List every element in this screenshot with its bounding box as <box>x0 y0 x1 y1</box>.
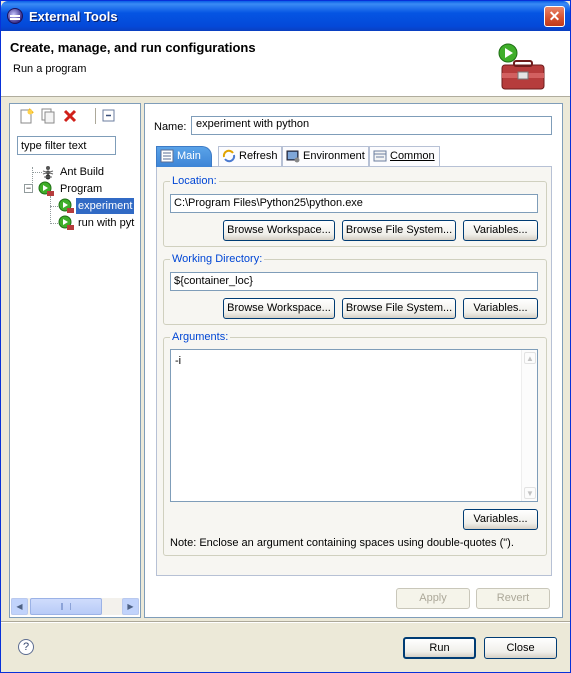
environment-icon <box>286 150 300 163</box>
configuration-tree-pane: Ant Build − Program experiment <box>9 103 141 618</box>
arguments-value: -i <box>175 355 182 367</box>
tree-item-experiment[interactable]: experiment <box>10 198 140 214</box>
close-button[interactable]: Close <box>484 637 557 659</box>
name-label: Name: <box>154 121 187 133</box>
tree-item-label: Program <box>60 183 103 195</box>
scroll-up-icon[interactable]: ▲ <box>524 352 536 364</box>
banner-title: Create, manage, and run configurations <box>10 40 256 55</box>
tab-main[interactable]: Main <box>156 146 212 167</box>
tab-label: Main <box>177 150 201 162</box>
arguments-group: Arguments: -i ▲ ▼ Variables... Note: Enc… <box>163 331 547 556</box>
tree-item-label: run with pyt <box>78 217 135 229</box>
tab-common[interactable]: Common <box>369 146 440 166</box>
collapse-all-icon[interactable] <box>101 108 117 124</box>
arguments-note: Note: Enclose an argument containing spa… <box>170 537 514 549</box>
arguments-variables-button[interactable]: Variables... <box>463 509 538 530</box>
tab-label: Refresh <box>239 150 278 162</box>
location-group: Location: C:\Program Files\Python25\pyth… <box>163 175 547 247</box>
location-field[interactable]: C:\Program Files\Python25\python.exe <box>170 194 538 213</box>
scrollbar-thumb[interactable] <box>30 598 102 615</box>
ant-icon <box>42 166 54 180</box>
location-browse-workspace-button[interactable]: Browse Workspace... <box>223 220 335 241</box>
new-configuration-icon[interactable] <box>18 108 34 124</box>
location-label: Location: <box>170 175 219 187</box>
working-directory-label: Working Directory: <box>170 253 265 265</box>
common-icon <box>373 150 387 162</box>
tab-label: Common <box>390 150 435 162</box>
tree-item-ant-build[interactable]: Ant Build <box>10 164 140 180</box>
tab-environment[interactable]: Environment <box>282 146 369 166</box>
close-window-button[interactable]: ✕ <box>544 6 565 27</box>
location-variables-button[interactable]: Variables... <box>463 220 538 241</box>
help-icon[interactable]: ? <box>18 639 34 655</box>
tab-refresh[interactable]: Refresh <box>218 146 282 166</box>
footer-divider <box>1 621 570 623</box>
toolbar-separator <box>95 108 96 124</box>
collapse-toggle-icon[interactable]: − <box>24 184 33 193</box>
tree-item-label: experiment <box>76 198 135 214</box>
workdir-browse-filesystem-button[interactable]: Browse File System... <box>342 298 456 319</box>
scroll-left-icon[interactable]: ◀ <box>11 598 28 615</box>
tree-item-label: Ant Build <box>60 166 105 178</box>
arguments-textarea[interactable]: -i ▲ ▼ <box>170 349 538 502</box>
program-run-icon <box>58 198 74 213</box>
tree-toolbar <box>10 104 140 128</box>
working-directory-group: Working Directory: ${container_loc} Brow… <box>163 253 547 325</box>
window-title: External Tools <box>29 9 118 24</box>
apply-button[interactable]: Apply <box>396 588 470 609</box>
configuration-editor: Name: experiment with python Main Refres… <box>144 103 563 618</box>
external-tools-dialog: External Tools ✕ Create, manage, and run… <box>0 0 571 673</box>
workdir-browse-workspace-button[interactable]: Browse Workspace... <box>223 298 335 319</box>
name-field[interactable]: experiment with python <box>191 116 552 135</box>
toolbox-icon <box>498 43 545 90</box>
revert-button[interactable]: Revert <box>476 588 550 609</box>
tree-item-run-with-python[interactable]: run with pyt <box>10 215 140 231</box>
tab-label: Environment <box>303 150 365 162</box>
scroll-down-icon[interactable]: ▼ <box>524 487 536 499</box>
tab-folder: Main Refresh Environment Common Location… <box>156 146 552 576</box>
title-bar[interactable]: External Tools ✕ <box>1 1 570 31</box>
refresh-icon <box>222 149 236 163</box>
program-run-icon <box>38 181 54 196</box>
working-directory-field[interactable]: ${container_loc} <box>170 272 538 291</box>
horizontal-scrollbar[interactable]: ◀ ▶ <box>11 598 139 615</box>
header-banner: Create, manage, and run configurations R… <box>1 31 570 97</box>
banner-subtitle: Run a program <box>13 63 87 75</box>
eclipse-icon <box>7 8 23 24</box>
scroll-right-icon[interactable]: ▶ <box>122 598 139 615</box>
tree-item-program[interactable]: − Program <box>10 181 140 197</box>
vertical-scrollbar[interactable]: ▲ ▼ <box>521 350 537 501</box>
duplicate-icon[interactable] <box>40 108 56 124</box>
arguments-label: Arguments: <box>170 331 231 343</box>
filter-input[interactable] <box>17 136 116 155</box>
delete-icon[interactable] <box>62 108 78 124</box>
workdir-variables-button[interactable]: Variables... <box>463 298 538 319</box>
run-button[interactable]: Run <box>403 637 476 659</box>
program-run-icon <box>58 215 74 230</box>
location-browse-filesystem-button[interactable]: Browse File System... <box>342 220 456 241</box>
main-tab-icon <box>160 149 174 163</box>
main-tab-content: Location: C:\Program Files\Python25\pyth… <box>156 166 552 576</box>
